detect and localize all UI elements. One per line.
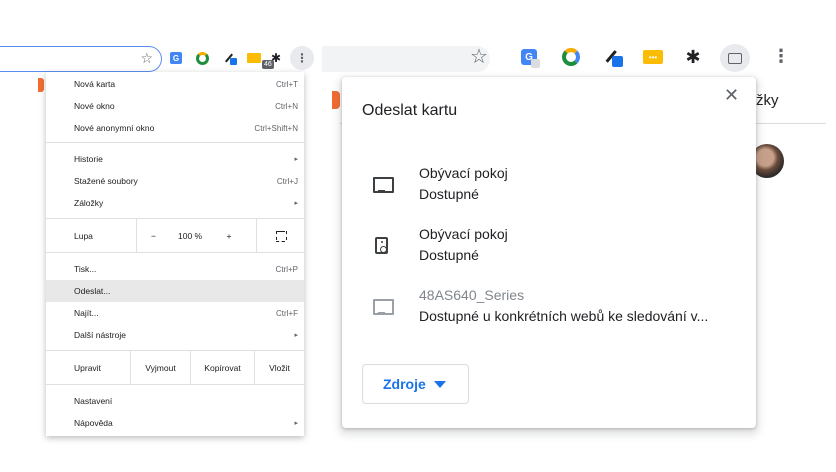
submenu-arrow-icon: ▸ <box>294 332 298 339</box>
menu-item-label: Odeslat... <box>74 286 111 296</box>
tab-favicon-fragment <box>332 91 340 109</box>
menu-item-print[interactable]: Tisk... Ctrl+P <box>46 258 304 280</box>
password-extension-icon[interactable] <box>558 44 584 70</box>
menu-separator <box>46 142 304 143</box>
menu-item-label: Nové anonymní okno <box>74 123 155 133</box>
menu-item-shortcut: Ctrl+T <box>276 79 298 89</box>
close-icon[interactable]: ✕ <box>724 85 739 106</box>
zoom-out-button[interactable]: − <box>136 219 170 252</box>
extensions-puzzle-icon[interactable]: ✱ <box>266 48 286 68</box>
menu-item-label: Historie <box>74 154 103 164</box>
zoom-value: 100 % <box>178 230 203 241</box>
menu-item-history[interactable]: Historie ▸ <box>46 148 304 170</box>
notes-extension-icon[interactable] <box>244 48 264 68</box>
bookmark-star-icon[interactable]: ☆ <box>470 44 488 69</box>
edit-row: Upravit Vyjmout Kopírovat Vložit <box>46 351 304 384</box>
speaker-icon <box>374 236 388 254</box>
cast-dialog: Odeslat kartu ✕ Obývací pokoj Dostupné O… <box>342 77 756 428</box>
menu-item-new-window[interactable]: Nové okno Ctrl+N <box>46 95 304 117</box>
address-bar[interactable] <box>322 46 490 72</box>
dropdown-triangle-icon <box>433 380 446 388</box>
fullscreen-button[interactable] <box>256 219 304 252</box>
menu-item-shortcut: Ctrl+N <box>275 101 298 111</box>
bookmarks-label-fragment: žky <box>756 92 779 109</box>
chrome-window-left: ☆ G 46 ✱ ⋮ Nová karta Ctrl+T Nové okno C… <box>0 0 314 472</box>
menu-item-help[interactable]: Nápověda ▸ <box>46 412 304 434</box>
menu-item-label: Další nástroje <box>74 330 126 340</box>
submenu-arrow-icon: ▸ <box>294 156 298 163</box>
menu-item-shortcut: Ctrl+F <box>276 308 298 318</box>
paste-button[interactable]: Vložit <box>254 351 304 384</box>
menu-item-label: Nastavení <box>74 396 113 406</box>
menu-item-more-tools[interactable]: Další nástroje ▸ <box>46 324 304 346</box>
menu-item-label: Stažené soubory <box>74 176 138 186</box>
menu-item-new-incognito[interactable]: Nové anonymní okno Ctrl+Shift+N <box>46 117 304 139</box>
submenu-arrow-icon: ▸ <box>294 420 298 427</box>
extensions-puzzle-icon[interactable]: ✱ <box>680 44 706 70</box>
menu-item-shortcut: Ctrl+P <box>275 264 298 274</box>
menu-item-label: Najít... <box>74 308 99 318</box>
menu-item-label: Nápověda <box>74 418 113 428</box>
menu-item-cast[interactable]: Odeslat... <box>46 280 304 302</box>
translate-extension-icon[interactable]: G <box>166 48 186 68</box>
cast-sink-living-room-speaker[interactable]: Obývací pokoj Dostupné <box>362 222 742 272</box>
menu-item-find[interactable]: Najít... Ctrl+F <box>46 302 304 324</box>
bookmark-star-icon[interactable]: ☆ <box>140 50 153 67</box>
sink-name: Obývací pokoj <box>419 165 508 181</box>
zoom-in-button[interactable]: + <box>212 219 246 252</box>
menu-item-downloads[interactable]: Stažené soubory Ctrl+J <box>46 170 304 192</box>
copy-label: Kopírovat <box>204 362 241 373</box>
translate-extension-icon[interactable]: G <box>516 44 542 70</box>
minus-icon: − <box>151 230 156 241</box>
menu-item-shortcut: Ctrl+Shift+N <box>254 123 298 133</box>
menu-item-label: Nové okno <box>74 101 115 111</box>
sources-label: Zdroje <box>383 376 426 392</box>
tab-favicon-fragment <box>38 78 44 92</box>
address-bar[interactable]: ☆ <box>0 46 162 72</box>
cut-button[interactable]: Vyjmout <box>130 351 190 384</box>
tv-icon <box>372 176 394 193</box>
plus-icon: + <box>226 230 232 241</box>
paste-label: Vložit <box>269 362 290 373</box>
dialog-title: Odeslat kartu <box>362 102 458 119</box>
cast-sink-48as640-series[interactable]: 48AS640_Series Dostupné u konkrétních we… <box>362 283 742 333</box>
menu-separator <box>46 384 304 385</box>
password-extension-icon[interactable] <box>192 48 212 68</box>
color-picker-extension-icon[interactable] <box>220 48 240 68</box>
cast-icon <box>728 52 742 64</box>
menu-item-settings[interactable]: Nastavení <box>46 390 304 412</box>
menu-item-bookmarks[interactable]: Záložky ▸ <box>46 192 304 214</box>
notes-extension-icon[interactable]: ••• <box>640 44 666 70</box>
menu-item-label: Tisk... <box>74 264 97 274</box>
cast-sink-living-room-tv[interactable]: Obývací pokoj Dostupné <box>362 161 742 211</box>
submenu-arrow-icon: ▸ <box>294 200 298 207</box>
menu-item-label: Záložky <box>74 198 104 208</box>
copy-button[interactable]: Kopírovat <box>190 351 254 384</box>
color-picker-extension-icon[interactable] <box>600 44 626 70</box>
cut-label: Vyjmout <box>145 362 176 373</box>
zoom-row: Lupa − 100 % + <box>46 219 304 252</box>
chrome-window-right: ☆ G ••• ✱ ⋮ žky Odeslat kartu ✕ Obývací … <box>310 0 836 472</box>
sink-status: Dostupné <box>419 186 479 202</box>
menu-item-shortcut: Ctrl+J <box>276 176 298 186</box>
menu-item-new-tab[interactable]: Nová karta Ctrl+T <box>46 73 304 95</box>
chrome-menu-dots-icon[interactable]: ⋮ <box>772 46 790 67</box>
cast-toolbar-button[interactable] <box>718 43 752 73</box>
zoom-label: Lupa <box>74 230 93 241</box>
edit-label: Upravit <box>74 362 101 373</box>
menu-item-label: Nová karta <box>74 79 116 89</box>
sink-status: Dostupné <box>419 247 479 263</box>
sink-name: 48AS640_Series <box>419 287 525 303</box>
sink-name: Obývací pokoj <box>419 226 508 242</box>
sources-dropdown-button[interactable]: Zdroje <box>362 364 469 404</box>
fullscreen-icon <box>276 231 285 240</box>
sink-status: Dostupné u konkrétních webů ke sledování… <box>419 308 709 324</box>
menu-separator <box>46 252 304 253</box>
chrome-main-menu: Nová karta Ctrl+T Nové okno Ctrl+N Nové … <box>46 72 304 436</box>
tv-icon <box>372 298 394 315</box>
